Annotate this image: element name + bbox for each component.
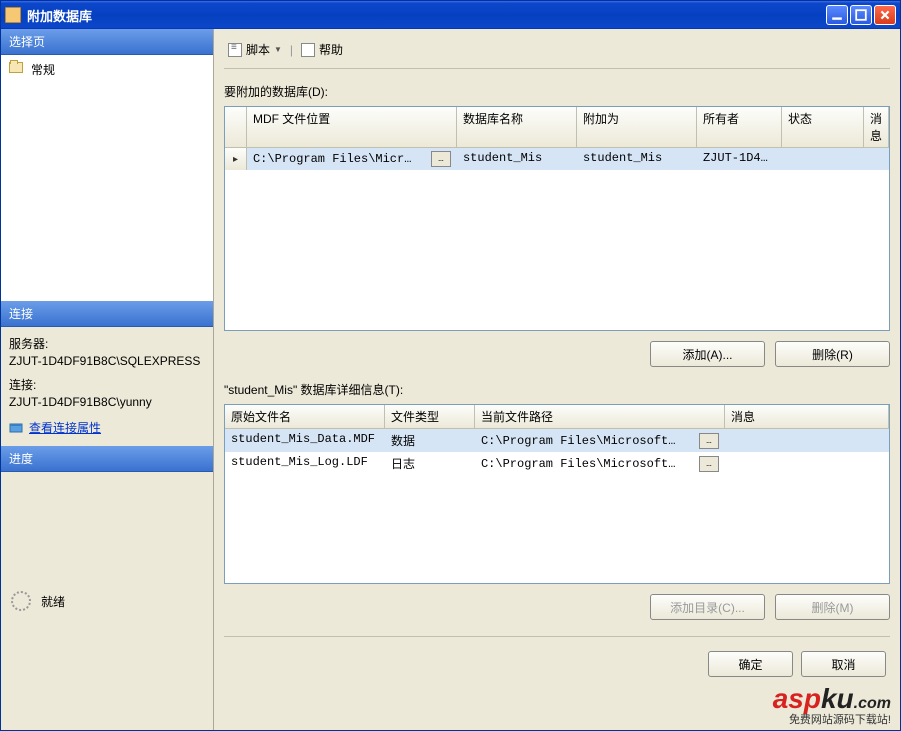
select-page-header: 选择页: [1, 29, 213, 55]
col-detail-message[interactable]: 消息: [725, 405, 889, 428]
main-content: 脚本 ▼ | 帮助 要附加的数据库(D): MDF 文件位置 数据库名称 附加为…: [214, 29, 900, 730]
row-selector-header: [225, 107, 247, 147]
minimize-button[interactable]: [826, 5, 848, 25]
script-button[interactable]: 脚本 ▼: [224, 39, 286, 60]
page-icon: [9, 62, 25, 78]
help-icon: [301, 43, 315, 57]
col-mdf-location[interactable]: MDF 文件位置: [247, 107, 457, 147]
col-attach-as[interactable]: 附加为: [577, 107, 697, 147]
remove-detail-button: 删除(M): [775, 594, 890, 620]
browse-path-button[interactable]: …: [699, 456, 719, 472]
browse-path-button[interactable]: …: [699, 433, 719, 449]
help-button[interactable]: 帮助: [297, 39, 347, 60]
progress-spinner-icon: [11, 591, 31, 611]
col-message[interactable]: 消息: [864, 107, 889, 147]
col-original-filename[interactable]: 原始文件名: [225, 405, 385, 428]
toolbar: 脚本 ▼ | 帮助: [224, 35, 890, 69]
database-details-grid[interactable]: 原始文件名 文件类型 当前文件路径 消息 student_Mis_Data.MD…: [224, 404, 890, 584]
app-icon: [5, 7, 21, 23]
remove-button[interactable]: 删除(R): [775, 341, 890, 367]
table-row[interactable]: student_Mis_Data.MDF 数据 C:\Program Files…: [225, 429, 889, 452]
server-label: 服务器:: [9, 335, 205, 352]
table-row[interactable]: C:\Program Files\Micr… … student_Mis stu…: [225, 148, 889, 170]
sidebar-item-general[interactable]: 常规: [5, 59, 209, 80]
conn-value: ZJUT-1D4DF91B8C\yunny: [9, 395, 205, 409]
connection-icon: [9, 421, 23, 435]
server-value: ZJUT-1D4DF91B8C\SQLEXPRESS: [9, 354, 205, 368]
attach-database-dialog: 附加数据库 选择页 常规 连接 服务器: ZJUT-1D4DF91B8C\SQL…: [0, 0, 901, 731]
progress-block: 就绪: [1, 472, 213, 730]
connection-block: 服务器: ZJUT-1D4DF91B8C\SQLEXPRESS 连接: ZJUT…: [1, 327, 213, 446]
browse-mdf-button[interactable]: …: [431, 151, 451, 167]
view-connection-properties-link[interactable]: 查看连接属性: [29, 419, 101, 436]
chevron-down-icon: ▼: [274, 45, 282, 54]
col-status[interactable]: 状态: [782, 107, 864, 147]
maximize-button[interactable]: [850, 5, 872, 25]
script-icon: [228, 43, 242, 57]
progress-header: 进度: [1, 446, 213, 472]
table-row[interactable]: student_Mis_Log.LDF 日志 C:\Program Files\…: [225, 452, 889, 475]
databases-to-attach-grid[interactable]: MDF 文件位置 数据库名称 附加为 所有者 状态 消息 C:\Program …: [224, 106, 890, 331]
col-owner[interactable]: 所有者: [697, 107, 782, 147]
row-selector[interactable]: [225, 148, 247, 170]
titlebar[interactable]: 附加数据库: [1, 1, 900, 29]
col-db-name[interactable]: 数据库名称: [457, 107, 577, 147]
col-file-type[interactable]: 文件类型: [385, 405, 475, 428]
connection-header: 连接: [1, 301, 213, 327]
close-button[interactable]: [874, 5, 896, 25]
col-current-path[interactable]: 当前文件路径: [475, 405, 725, 428]
add-directory-button: 添加目录(C)...: [650, 594, 765, 620]
conn-label: 连接:: [9, 376, 205, 393]
attach-db-label: 要附加的数据库(D):: [224, 83, 890, 100]
progress-status: 就绪: [41, 593, 65, 610]
sidebar-item-label: 常规: [31, 61, 55, 78]
sidebar: 选择页 常规 连接 服务器: ZJUT-1D4DF91B8C\SQLEXPRES…: [1, 29, 214, 730]
ok-button[interactable]: 确定: [708, 651, 793, 677]
add-button[interactable]: 添加(A)...: [650, 341, 765, 367]
detail-label: "student_Mis" 数据库详细信息(T):: [224, 381, 890, 398]
window-title: 附加数据库: [27, 6, 826, 25]
cancel-button[interactable]: 取消: [801, 651, 886, 677]
